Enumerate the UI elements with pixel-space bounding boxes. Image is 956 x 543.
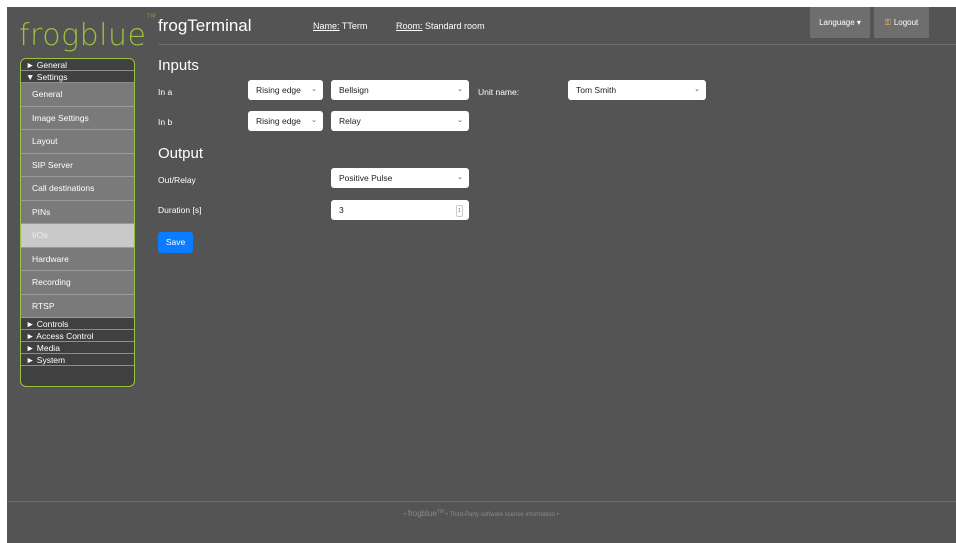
in-b-target-value: Relay xyxy=(339,116,361,126)
license-link[interactable]: Third-Party software license information xyxy=(449,512,555,518)
sidebar-item-hardware[interactable]: Hardware xyxy=(21,247,134,271)
sidebar-item-ios[interactable]: I/Os xyxy=(21,224,134,248)
out-relay-select[interactable]: Positive Pulse ⌄ xyxy=(331,168,469,188)
chevron-down-icon: ⌄ xyxy=(457,86,463,93)
sidebar-item-image-settings[interactable]: Image Settings xyxy=(21,106,134,130)
sidebar-group-system[interactable]: ► System xyxy=(21,354,134,366)
chevron-down-icon: ⌄ xyxy=(311,117,317,124)
out-relay-label: Out/Relay xyxy=(158,175,196,185)
inputs-heading: Inputs xyxy=(158,57,199,74)
name-key: Name: xyxy=(313,21,340,31)
header-divider xyxy=(158,44,956,45)
sidebar-group-media[interactable]: ► Media xyxy=(21,342,134,354)
in-b-edge-value: Rising edge xyxy=(256,116,301,126)
duration-value: 3 xyxy=(339,205,344,215)
room-key: Room: xyxy=(396,21,423,31)
in-b-label: In b xyxy=(158,117,173,127)
logout-label: Logout xyxy=(893,18,919,27)
in-a-target-value: Bellsign xyxy=(339,85,369,95)
sidebar-menu: ► General ▼ Settings General Image Setti… xyxy=(20,58,135,387)
chevron-down-icon: ⌄ xyxy=(457,174,463,181)
in-a-edge-value: Rising edge xyxy=(256,85,301,95)
footer: • frogblueTM • Third-Party software lice… xyxy=(404,509,559,518)
footer-divider xyxy=(7,501,956,502)
frogblue-logo: frogblueTM xyxy=(19,13,157,53)
sidebar-item-pins[interactable]: PINs xyxy=(21,200,134,224)
unit-name-label: Unit name: xyxy=(478,87,520,97)
sidebar-group-general[interactable]: ► General xyxy=(21,59,134,71)
in-a-edge-select[interactable]: Rising edge ⌄ xyxy=(248,80,323,100)
sidebar-group-controls[interactable]: ► Controls xyxy=(21,318,134,330)
in-b-target-select[interactable]: Relay ⌄ xyxy=(331,111,469,131)
device-name: Name: TTerm xyxy=(313,21,367,31)
sidebar-item-sip-server[interactable]: SIP Server xyxy=(21,153,134,177)
unit-name-value: Tom Smith xyxy=(576,85,617,95)
sidebar-item-call-destinations[interactable]: Call destinations xyxy=(21,177,134,201)
logout-button[interactable]: ⚿ Logout xyxy=(874,7,929,38)
sidebar-item-general[interactable]: General xyxy=(21,83,134,107)
chevron-down-icon: ⌄ xyxy=(694,86,700,93)
stepper-icon[interactable]: ↕ xyxy=(455,205,463,217)
in-a-target-select[interactable]: Bellsign ⌄ xyxy=(331,80,469,100)
room-value: Standard room xyxy=(425,21,485,31)
in-a-label: In a xyxy=(158,87,173,97)
duration-input[interactable]: 3 ↕ xyxy=(331,200,469,220)
sidebar-group-access-control[interactable]: ► Access Control xyxy=(21,330,134,342)
page-title: frogTerminal xyxy=(158,16,252,35)
name-value: TTerm xyxy=(341,21,368,31)
language-dropdown[interactable]: Language ▾ xyxy=(810,7,870,38)
out-relay-value: Positive Pulse xyxy=(339,173,393,183)
sidebar-item-rtsp[interactable]: RTSP xyxy=(21,294,134,318)
chevron-down-icon: ⌄ xyxy=(457,117,463,124)
sidebar-item-recording[interactable]: Recording xyxy=(21,271,134,295)
app-frame: frogblueTM frogTerminal Name: TTerm Room… xyxy=(7,7,956,543)
in-b-edge-select[interactable]: Rising edge ⌄ xyxy=(248,111,323,131)
key-icon: ⚿ xyxy=(884,17,891,27)
device-room: Room: Standard room xyxy=(396,21,485,31)
output-heading: Output xyxy=(158,145,204,162)
footer-brand: frogblue xyxy=(407,509,437,518)
unit-name-select[interactable]: Tom Smith ⌄ xyxy=(568,80,706,100)
footer-tm: TM xyxy=(436,509,445,515)
duration-label: Duration [s] xyxy=(158,205,202,215)
save-button[interactable]: Save xyxy=(158,232,193,253)
chevron-down-icon: ⌄ xyxy=(311,86,317,93)
sidebar-group-settings[interactable]: ▼ Settings xyxy=(21,71,134,83)
sidebar-item-layout[interactable]: Layout xyxy=(21,130,134,154)
